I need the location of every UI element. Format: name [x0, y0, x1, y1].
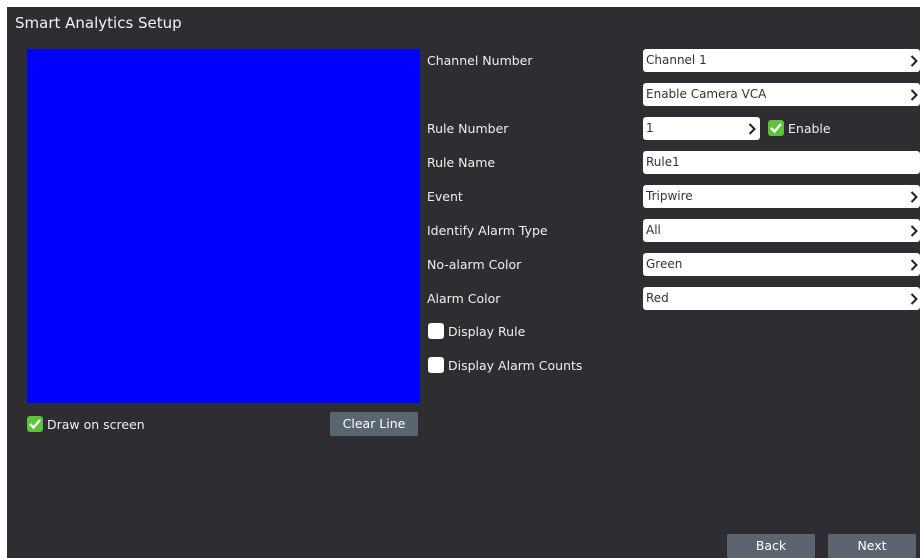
rule-number-label: Rule Number	[427, 121, 509, 136]
chevron-right-icon	[910, 185, 918, 208]
rule-number-value: 1	[646, 121, 654, 135]
camera-preview[interactable]	[27, 49, 420, 403]
alarm-color-label: Alarm Color	[427, 291, 501, 306]
event-select[interactable]: Tripwire	[643, 185, 920, 208]
no-alarm-color-select[interactable]: Green	[643, 253, 920, 276]
chevron-right-icon	[910, 49, 918, 72]
rule-enable-label: Enable	[788, 121, 831, 136]
no-alarm-color-value: Green	[646, 257, 683, 271]
rule-name-value: Rule1	[646, 155, 680, 169]
rule-name-label: Rule Name	[427, 155, 496, 170]
channel-number-label: Channel Number	[427, 53, 533, 68]
page-title: Smart Analytics Setup	[15, 14, 182, 32]
channel-number-select[interactable]: Channel 1	[643, 49, 920, 72]
alarm-type-value: All	[646, 223, 661, 237]
draw-on-screen-label: Draw on screen	[47, 417, 145, 432]
alarm-color-select[interactable]: Red	[643, 287, 920, 310]
no-alarm-color-label: No-alarm Color	[427, 257, 522, 272]
display-rule-checkbox[interactable]	[428, 323, 444, 339]
checkmark-icon	[770, 123, 782, 134]
alarm-type-label: Identify Alarm Type	[427, 223, 548, 238]
camera-vca-value: Enable Camera VCA	[646, 87, 767, 101]
alarm-color-value: Red	[646, 291, 669, 305]
checkmark-icon	[29, 419, 41, 430]
display-alarm-counts-label: Display Alarm Counts	[448, 358, 583, 373]
rule-enable-checkbox[interactable]	[768, 120, 784, 136]
draw-on-screen-checkbox[interactable]	[27, 416, 43, 432]
display-alarm-counts-checkbox[interactable]	[428, 357, 444, 373]
event-label: Event	[427, 189, 463, 204]
chevron-right-icon	[910, 83, 918, 106]
rule-name-input[interactable]: Rule1	[643, 151, 920, 174]
next-button[interactable]: Next	[828, 534, 916, 558]
clear-line-button[interactable]: Clear Line	[330, 412, 418, 436]
chevron-right-icon	[748, 117, 756, 140]
event-value: Tripwire	[646, 189, 693, 203]
back-button[interactable]: Back	[727, 534, 815, 558]
chevron-right-icon	[910, 253, 918, 276]
camera-vca-select[interactable]: Enable Camera VCA	[643, 83, 920, 106]
chevron-right-icon	[910, 287, 918, 310]
channel-number-value: Channel 1	[646, 53, 707, 67]
chevron-right-icon	[910, 219, 918, 242]
alarm-type-select[interactable]: All	[643, 219, 920, 242]
setup-panel: Smart Analytics Setup Draw on screen Cle…	[7, 7, 920, 558]
rule-number-select[interactable]: 1	[643, 117, 760, 140]
display-rule-label: Display Rule	[448, 324, 526, 339]
